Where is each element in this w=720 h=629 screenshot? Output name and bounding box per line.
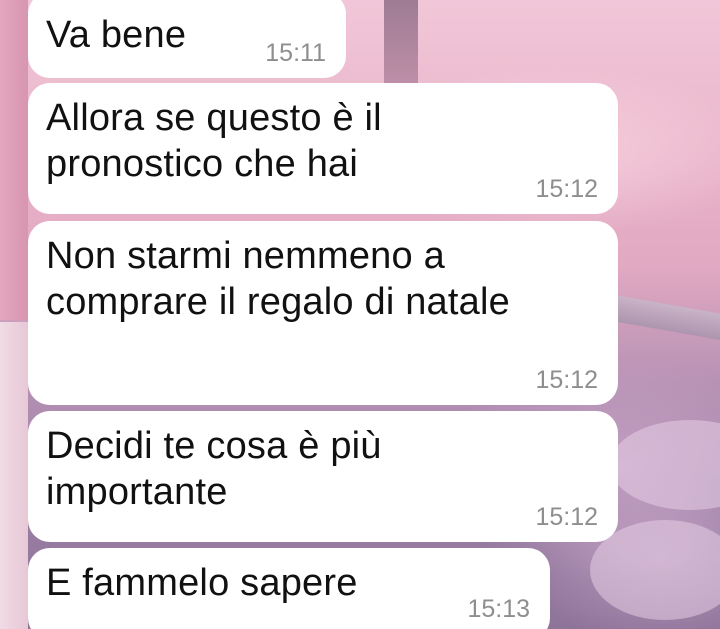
message-bubble[interactable]: Allora se questo è il pronostico che hai… bbox=[28, 83, 618, 214]
message-bubble[interactable]: E fammelo sapere 15:13 bbox=[28, 548, 550, 629]
wallpaper-window-frame bbox=[384, 0, 418, 90]
message-time: 15:13 bbox=[467, 595, 530, 623]
message-bubble[interactable]: Non starmi nemmeno a comprare il regalo … bbox=[28, 221, 618, 405]
wallpaper-edge-bottom bbox=[0, 322, 28, 629]
wallpaper-cloud bbox=[610, 420, 720, 510]
message-time: 15:12 bbox=[535, 175, 598, 203]
message-bubble[interactable]: Va bene 15:11 bbox=[28, 0, 346, 78]
message-bubble[interactable]: Decidi te cosa è più importante 15:12 bbox=[28, 411, 618, 542]
message-text: E fammelo sapere bbox=[46, 562, 358, 604]
message-time: 15:12 bbox=[535, 503, 598, 531]
message-time: 15:12 bbox=[535, 366, 598, 394]
message-text: Allora se questo è il pronostico che hai bbox=[46, 97, 382, 185]
wallpaper-edge-top bbox=[0, 0, 28, 320]
chat-screen: Va bene 15:11 Allora se questo è il pron… bbox=[0, 0, 720, 629]
message-text: Decidi te cosa è più importante bbox=[46, 425, 382, 513]
message-text: Non starmi nemmeno a comprare il regalo … bbox=[46, 235, 510, 323]
message-time: 15:11 bbox=[265, 39, 326, 67]
